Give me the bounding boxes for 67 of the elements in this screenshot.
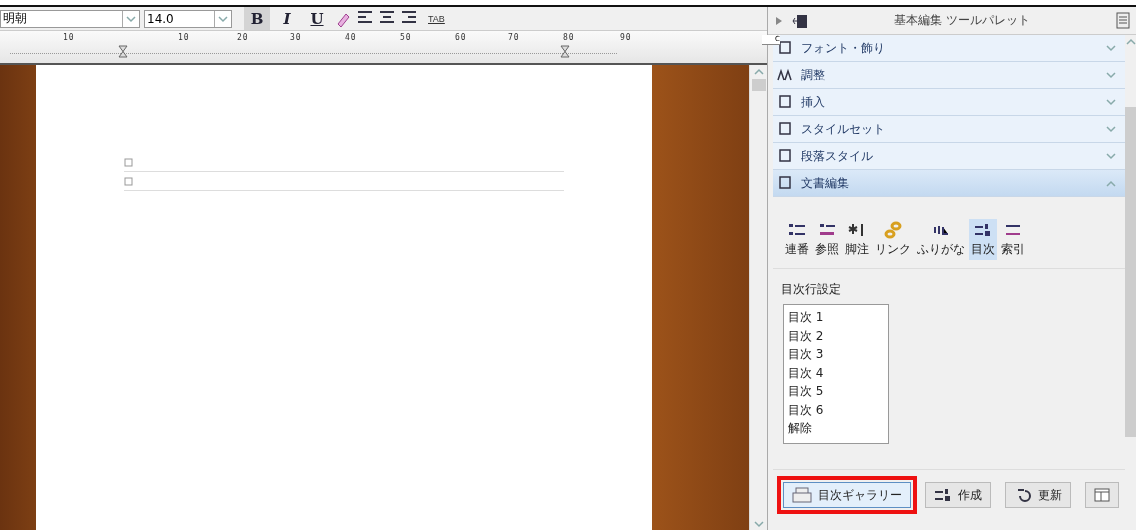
indent-marker-icon[interactable]: [560, 45, 570, 59]
section-icon: [777, 121, 793, 137]
chevron-down-icon: [1105, 123, 1117, 135]
scrollbar-thumb[interactable]: [1125, 107, 1136, 437]
ruler-number: 50: [400, 33, 412, 42]
palette-icon: [792, 12, 808, 29]
tool-button[interactable]: 目次: [969, 219, 997, 260]
layout-button[interactable]: [1085, 482, 1119, 508]
chain-link-icon: [883, 221, 903, 239]
ruler-number: 80: [563, 33, 575, 42]
scrollbar-thumb[interactable]: [751, 79, 766, 91]
indent-marker-icon[interactable]: [118, 45, 128, 59]
tool-button[interactable]: 脚注: [843, 219, 871, 260]
create-button[interactable]: 作成: [925, 482, 991, 508]
palette-section[interactable]: 文書編集: [773, 170, 1125, 197]
list-item[interactable]: 解除: [788, 419, 884, 438]
ruler-number: 70: [508, 33, 520, 42]
palette-section[interactable]: 段落スタイル: [773, 143, 1125, 170]
tool-button[interactable]: 索引: [999, 219, 1027, 260]
update-button[interactable]: 更新: [1005, 482, 1071, 508]
play-icon: [774, 14, 784, 27]
tool-button[interactable]: 連番: [783, 219, 811, 260]
list-item[interactable]: 目次 2: [788, 326, 884, 345]
palette-title: 基本編集 ツールパレット: [893, 12, 1031, 29]
ruler-number: 90: [620, 33, 632, 42]
panel-layout-icon: [1094, 487, 1110, 503]
tool-button[interactable]: リンク: [873, 219, 913, 260]
size-select[interactable]: 14.0: [144, 9, 232, 28]
underline-button[interactable]: U: [304, 7, 330, 30]
palette-section[interactable]: スタイルセット: [773, 116, 1125, 143]
scrollbar[interactable]: [749, 65, 767, 530]
toc-level-list[interactable]: 目次 1 目次 2 目次 3 目次 4 目次 5 目次 6 解除: [783, 304, 889, 444]
section-icon: [777, 175, 793, 191]
chevron-down-icon: [1105, 150, 1117, 162]
list-item[interactable]: 目次 5: [788, 382, 884, 401]
tool-button[interactable]: ふりがな: [915, 219, 967, 260]
palette-section[interactable]: 調整: [773, 62, 1125, 89]
ruler-number: 10: [63, 33, 75, 42]
font-select[interactable]: 明朝: [0, 9, 140, 28]
list-item[interactable]: 目次 6: [788, 400, 884, 419]
ruler-number: 20: [237, 33, 249, 42]
section-icon: [777, 40, 793, 56]
section-icon: [777, 148, 793, 164]
tool-button[interactable]: 参照: [813, 219, 841, 260]
ruler-number: 30: [290, 33, 302, 42]
bold-button[interactable]: B: [244, 7, 270, 30]
list-item[interactable]: 目次 4: [788, 363, 884, 382]
section-icon: [777, 67, 793, 83]
chevron-down-icon: [1105, 69, 1117, 81]
list-item[interactable]: 目次 1: [788, 308, 884, 327]
tab-button[interactable]: TAB: [422, 13, 451, 24]
chevron-down-icon: [1105, 96, 1117, 108]
toc-list-icon: [973, 221, 993, 239]
list-item[interactable]: 目次 3: [788, 345, 884, 364]
printer-icon: [792, 486, 812, 504]
toc-list-icon: [934, 486, 952, 504]
ruler-number: 40: [345, 33, 357, 42]
italic-button[interactable]: I: [274, 7, 300, 30]
toc-settings-label: 目次行設定: [781, 281, 842, 298]
palette-section[interactable]: 挿入: [773, 89, 1125, 116]
menu-icon: [1116, 12, 1130, 29]
ruler-number: 10: [178, 33, 190, 42]
chevron-down-icon: [1105, 42, 1117, 54]
chevron-down-icon: [752, 518, 765, 530]
gallery-button[interactable]: 目次ギャラリー: [783, 482, 911, 508]
ruler-number: 60: [455, 33, 467, 42]
section-icon: [777, 94, 793, 110]
